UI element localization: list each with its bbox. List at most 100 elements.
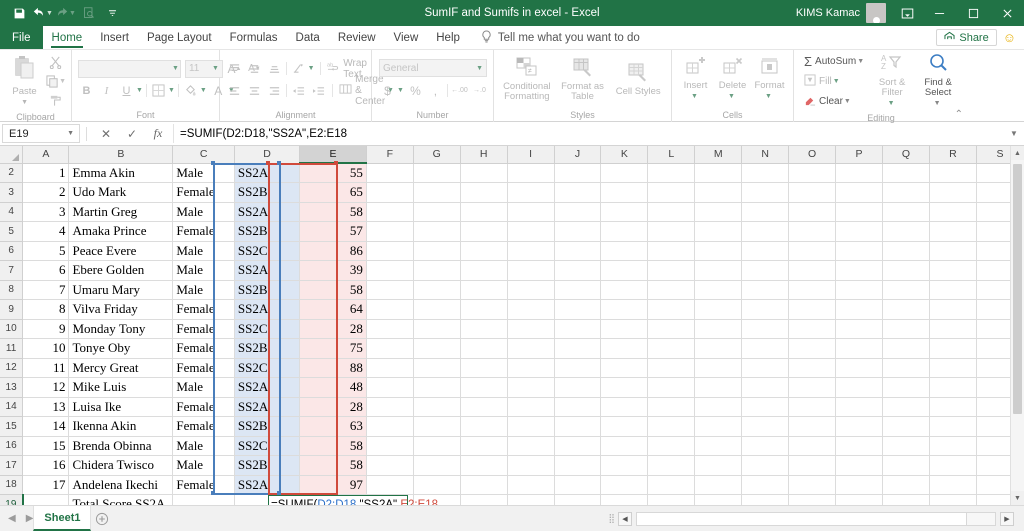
cell-empty[interactable] (929, 261, 976, 281)
cell-empty[interactable] (460, 261, 507, 281)
cell-empty[interactable] (460, 222, 507, 242)
restore-button[interactable] (956, 0, 990, 26)
cell-empty[interactable] (366, 456, 413, 476)
cell-B3[interactable]: Udo Mark (69, 183, 173, 203)
cell-empty[interactable] (554, 241, 601, 261)
cell-empty[interactable] (695, 339, 742, 359)
table-row[interactable]: 76Ebere GoldenMaleSS2A39 (0, 261, 1024, 281)
cell-empty[interactable] (742, 495, 789, 506)
cell-empty[interactable] (742, 397, 789, 417)
cell-empty[interactable] (695, 397, 742, 417)
cell-empty[interactable] (554, 378, 601, 398)
cell-empty[interactable] (883, 300, 930, 320)
borders-icon[interactable] (150, 82, 167, 100)
insert-cells-button[interactable]: Insert ▼ (677, 57, 714, 102)
cell-empty[interactable] (460, 183, 507, 203)
cell-empty[interactable] (836, 261, 883, 281)
column-header-O[interactable]: O (789, 146, 836, 163)
cell-empty[interactable] (507, 495, 554, 506)
save-icon[interactable] (8, 3, 30, 23)
autosum-dropdown-icon[interactable]: ▼ (857, 58, 864, 65)
cell-empty[interactable] (742, 183, 789, 203)
column-header-H[interactable]: H (460, 146, 507, 163)
cell-A5[interactable]: 4 (23, 222, 69, 242)
insert-function-icon[interactable]: fx (145, 126, 171, 141)
column-header-B[interactable]: B (69, 146, 173, 163)
cell-C18[interactable]: Female (173, 475, 235, 495)
cell-C10[interactable]: Female (173, 319, 235, 339)
row-header-6[interactable]: 6 (0, 241, 23, 261)
name-box[interactable]: E19 ▼ (2, 124, 80, 143)
cell-A14[interactable]: 13 (23, 397, 69, 417)
cell-E4[interactable]: 58 (300, 202, 367, 222)
cell-empty[interactable] (648, 378, 695, 398)
cell-empty[interactable] (460, 456, 507, 476)
cell-empty[interactable] (883, 261, 930, 281)
cell-empty[interactable] (929, 300, 976, 320)
currency-icon[interactable]: $ (379, 82, 396, 100)
expand-formula-bar-icon[interactable]: ▼ (1006, 129, 1022, 138)
cell-empty[interactable] (836, 495, 883, 506)
paste-dropdown-icon[interactable]: ▼ (21, 97, 28, 108)
cell-A10[interactable]: 9 (23, 319, 69, 339)
table-row[interactable]: 21Emma AkinMaleSS2A55 (0, 163, 1024, 183)
table-row[interactable]: 109Monday TonyFemaleSS2C28 (0, 319, 1024, 339)
column-header-A[interactable]: A (23, 146, 69, 163)
cell-empty[interactable] (413, 378, 460, 398)
cell-A18[interactable]: 17 (23, 475, 69, 495)
cell-E3[interactable]: 65 (300, 183, 367, 203)
tab-formulas[interactable]: Formulas (221, 26, 287, 49)
align-center-icon[interactable] (246, 82, 263, 100)
cell-empty[interactable] (507, 261, 554, 281)
cell-C5[interactable]: Female (173, 222, 235, 242)
cell-empty[interactable] (507, 280, 554, 300)
cell-empty[interactable] (883, 319, 930, 339)
cell-empty[interactable] (366, 475, 413, 495)
active-cell-editor[interactable]: =SUMIF(D2:D18,"SS2A",E2:E18 (268, 495, 408, 505)
cell-empty[interactable] (695, 261, 742, 281)
formula-input[interactable]: =SUMIF(D2:D18,"SS2A",E2:E18 (173, 124, 1006, 143)
cell-C6[interactable]: Male (173, 241, 235, 261)
cell-empty[interactable] (460, 202, 507, 222)
decrease-decimal-icon[interactable]: →.0 (471, 82, 488, 100)
cell-empty[interactable] (413, 475, 460, 495)
cell-empty[interactable] (883, 358, 930, 378)
cell-B17[interactable]: Chidera Twisco (69, 456, 173, 476)
row-header-10[interactable]: 10 (0, 319, 23, 339)
cell-empty[interactable] (695, 456, 742, 476)
table-row[interactable]: 1413Luisa IkeFemaleSS2A28 (0, 397, 1024, 417)
cell-A12[interactable]: 11 (23, 358, 69, 378)
tab-page-layout[interactable]: Page Layout (138, 26, 221, 49)
cell-empty[interactable] (507, 417, 554, 437)
cell-B11[interactable]: Tonye Oby (69, 339, 173, 359)
sheet-tab-sheet1[interactable]: Sheet1 (33, 506, 91, 531)
row-header-3[interactable]: 3 (0, 183, 23, 203)
row-header-13[interactable]: 13 (0, 378, 23, 398)
cell-empty[interactable] (883, 163, 930, 183)
cell-C2[interactable]: Male (173, 163, 235, 183)
cell-empty[interactable] (789, 436, 836, 456)
cell-empty[interactable] (836, 456, 883, 476)
vertical-scroll-thumb[interactable] (1013, 164, 1022, 414)
align-middle-icon[interactable] (246, 60, 263, 78)
cell-empty[interactable] (789, 475, 836, 495)
cell-C3[interactable]: Female (173, 183, 235, 203)
customize-qat-icon[interactable] (102, 3, 124, 23)
cell-empty[interactable] (648, 183, 695, 203)
cell-empty[interactable] (460, 417, 507, 437)
cell-empty[interactable] (601, 495, 648, 506)
cell-B8[interactable]: Umaru Mary (69, 280, 173, 300)
align-left-icon[interactable] (226, 82, 243, 100)
cell-empty[interactable] (366, 183, 413, 203)
cell-empty[interactable] (695, 300, 742, 320)
cell-empty[interactable] (789, 222, 836, 242)
orientation-dropdown-icon[interactable]: ▼ (308, 65, 315, 72)
cell-empty[interactable] (789, 417, 836, 437)
cell-empty[interactable] (695, 163, 742, 183)
clear-button[interactable]: Clear ▼ (802, 92, 866, 110)
format-cells-button[interactable]: Format ▼ (751, 57, 788, 102)
cell-empty[interactable] (507, 358, 554, 378)
cell-empty[interactable] (789, 319, 836, 339)
table-row[interactable]: 1615Brenda ObinnaMaleSS2C58 (0, 436, 1024, 456)
cell-C4[interactable]: Male (173, 202, 235, 222)
